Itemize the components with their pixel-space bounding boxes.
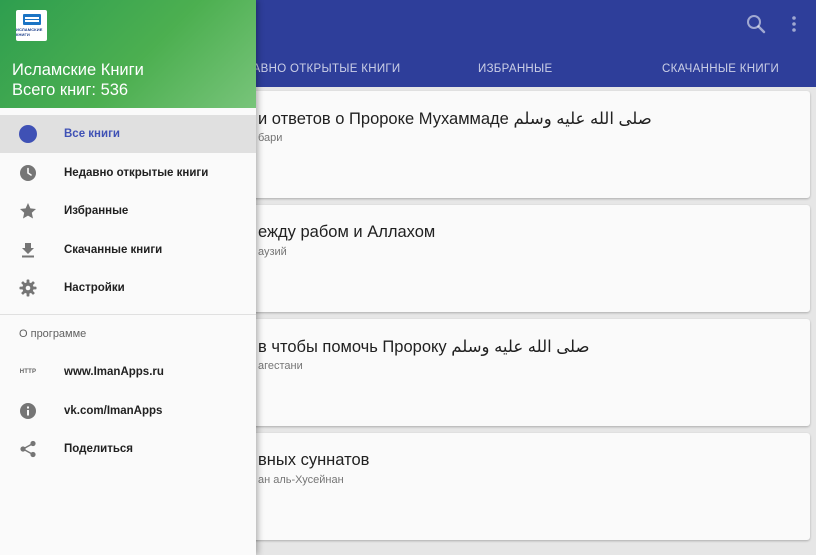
menu-item-vk[interactable]: vk.com/ImanApps: [0, 392, 256, 430]
menu-item-label: Поделиться: [64, 443, 134, 455]
menu-item-label: vk.com/ImanApps: [64, 405, 163, 417]
book-icon: [22, 14, 41, 25]
section-label-about: О программе: [19, 328, 87, 340]
gear-icon: [18, 278, 38, 298]
menu-item-all-books[interactable]: Все книги: [0, 115, 256, 153]
clock-icon: [18, 163, 38, 183]
drawer-header: ИСЛАМСКИЕ КНИГИ Исламские Книги Всего кн…: [0, 0, 256, 108]
logo-text: ИСЛАМСКИЕ КНИГИ: [16, 27, 43, 37]
http-icon: HTTP: [18, 362, 38, 382]
menu-item-label: Настройки: [64, 282, 125, 294]
menu-divider: [0, 314, 256, 315]
menu-item-settings[interactable]: Настройки: [0, 269, 256, 307]
menu-item-label: Избранные: [64, 205, 129, 217]
menu-item-label: Все книги: [64, 128, 120, 140]
drawer-title: Исламские Книги: [12, 61, 144, 79]
app-logo: ИСЛАМСКИЕ КНИГИ: [16, 10, 47, 41]
menu-item-label: Недавно открытые книги: [64, 167, 209, 179]
circle-icon: [18, 124, 38, 144]
menu-item-downloaded[interactable]: Скачанные книги: [0, 231, 256, 269]
info-icon: [18, 401, 38, 421]
menu-item-label: Скачанные книги: [64, 244, 163, 256]
star-icon: [18, 201, 38, 221]
download-icon: [18, 240, 38, 260]
menu-item-label: www.ImanApps.ru: [64, 366, 164, 378]
navigation-drawer: ИСЛАМСКИЕ КНИГИ Исламские Книги Всего кн…: [0, 0, 256, 555]
menu-item-share[interactable]: Поделиться: [0, 430, 256, 468]
book-count: Всего книг: 536: [12, 81, 129, 99]
http-icon-text: HTTP: [19, 369, 37, 375]
share-icon: [18, 439, 38, 459]
menu-item-favorites[interactable]: Избранные: [0, 192, 256, 230]
menu-item-recent[interactable]: Недавно открытые книги: [0, 154, 256, 192]
menu-item-website[interactable]: HTTP www.ImanApps.ru: [0, 353, 256, 391]
